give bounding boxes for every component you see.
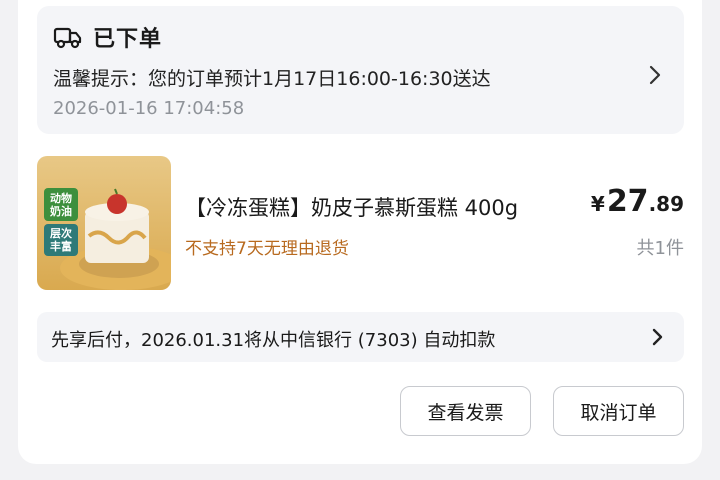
- currency-symbol: ¥: [590, 192, 605, 216]
- order-status-panel[interactable]: 已下单 温馨提示：您的订单预计1月17日16:00-16:30送达 2026-0…: [37, 6, 684, 134]
- product-item[interactable]: 动物奶油 层次丰富 【冷冻蛋糕】奶皮子慕斯蛋糕 400g 不支持7天无理由退货 …: [37, 156, 684, 292]
- view-invoice-button[interactable]: 查看发票: [400, 386, 531, 436]
- price-decimal: .89: [648, 192, 684, 216]
- product-name[interactable]: 【冷冻蛋糕】奶皮子慕斯蛋糕 400g: [185, 192, 518, 222]
- order-timestamp: 2026-01-16 17:04:58: [53, 98, 245, 119]
- cancel-order-button[interactable]: 取消订单: [553, 386, 684, 436]
- delivery-truck-icon: [53, 24, 83, 50]
- badge-label: 层次丰富: [50, 227, 72, 253]
- return-policy-note: 不支持7天无理由退货: [185, 239, 349, 259]
- status-title: 已下单: [93, 27, 163, 52]
- status-header: 已下单: [53, 22, 162, 52]
- pay-later-bar[interactable]: 先享后付，2026.01.31将从中信银行 (7303) 自动扣款: [37, 312, 684, 362]
- badge-label: 动物奶油: [50, 192, 72, 218]
- chevron-right-icon[interactable]: [652, 327, 664, 347]
- delivery-tip: 温馨提示：您的订单预计1月17日16:00-16:30送达: [53, 68, 491, 90]
- product-price: ¥ 27 .89: [591, 184, 684, 219]
- quantity-label: 共1件: [636, 238, 684, 259]
- pay-later-text: 先享后付，2026.01.31将从中信银行 (7303) 自动扣款: [51, 330, 496, 351]
- price-integer: 27: [606, 184, 649, 219]
- chevron-right-icon[interactable]: [648, 62, 662, 88]
- product-image[interactable]: 动物奶油 层次丰富: [37, 156, 171, 290]
